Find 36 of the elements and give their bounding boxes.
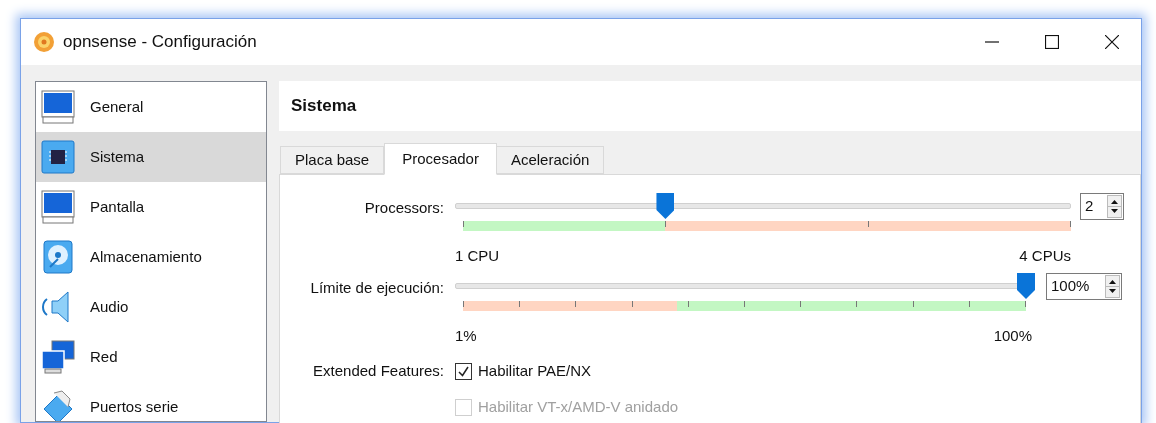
slider[interactable] <box>455 193 1071 219</box>
network-icon <box>40 339 76 375</box>
slider-thumb[interactable] <box>656 193 675 219</box>
max-label: 4 CPUs <box>1019 246 1071 266</box>
min-label: 1 CPU <box>455 246 500 266</box>
sidebar-item[interactable]: Almacenamiento <box>36 232 266 282</box>
chip-icon <box>40 139 76 175</box>
sidebar-item[interactable]: Puertos serie <box>36 382 266 421</box>
monitor-icon <box>40 189 76 225</box>
form-label: Extended Features: <box>312 360 445 381</box>
sidebar-item[interactable]: Pantalla <box>36 182 266 232</box>
section-title: Sistema <box>291 95 357 118</box>
sidebar-item[interactable]: Red <box>36 332 266 382</box>
sidebar-item[interactable]: Sistema <box>36 132 266 182</box>
spin-arrows-icon[interactable] <box>1107 195 1122 218</box>
spin-box[interactable]: 2 <box>1080 193 1124 220</box>
min-label: 1% <box>455 326 477 346</box>
tab[interactable]: Placa base <box>280 146 385 174</box>
tab[interactable]: Procesador <box>384 143 497 175</box>
slider[interactable] <box>455 273 1033 299</box>
spin-box[interactable]: 100% <box>1046 273 1122 300</box>
checkbox: Habilitar VT-x/AMD-V anidado <box>455 395 679 419</box>
sidebar-item[interactable]: General <box>36 82 266 132</box>
checkbox[interactable]: Habilitar PAE/NX <box>455 359 592 383</box>
slider-thumb[interactable] <box>1017 273 1035 299</box>
close-icon <box>1105 35 1119 49</box>
check-icon <box>457 364 470 378</box>
max-label: 100% <box>993 326 1032 346</box>
maximize-icon <box>1045 35 1059 49</box>
sidebar-item[interactable]: Audio <box>36 282 266 332</box>
monitor-icon <box>40 89 76 125</box>
tab[interactable]: Aceleración <box>495 146 605 174</box>
spin-arrows-icon[interactable] <box>1105 275 1120 298</box>
slider-label: Límite de ejecución: <box>309 278 445 298</box>
slider-label: Processors: <box>363 198 445 218</box>
window-title: opnsense - Configuración <box>63 31 257 54</box>
